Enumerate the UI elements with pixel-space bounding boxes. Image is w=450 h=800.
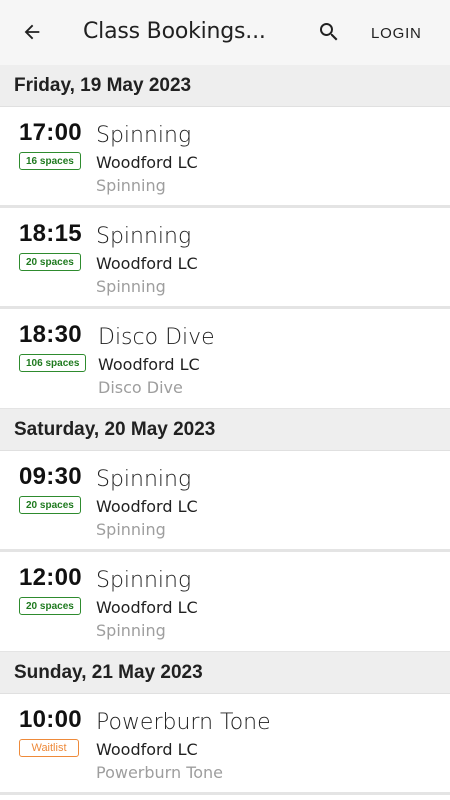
class-subtype: Disco Dive bbox=[98, 378, 183, 397]
spaces-badge: 20 spaces bbox=[19, 496, 81, 514]
class-time: 18:30 bbox=[19, 321, 82, 348]
class-time: 09:30 bbox=[19, 463, 82, 490]
class-venue: Woodford LC bbox=[96, 153, 198, 172]
class-list: Friday, 19 May 2023 17:00 16 spaces Spin… bbox=[0, 65, 450, 795]
class-subtype: Spinning bbox=[96, 621, 166, 640]
class-name: Spinning bbox=[96, 224, 192, 249]
waitlist-badge: Waitlist bbox=[19, 739, 79, 757]
class-time: 12:00 bbox=[19, 564, 82, 591]
class-row[interactable]: 18:30 106 spaces Disco Dive Woodford LC … bbox=[0, 309, 450, 409]
class-venue: Woodford LC bbox=[96, 598, 198, 617]
arrow-left-icon bbox=[24, 24, 40, 40]
class-name: Powerburn Tone bbox=[96, 710, 271, 735]
class-venue: Woodford LC bbox=[96, 497, 198, 516]
spaces-badge: 16 spaces bbox=[19, 152, 81, 170]
class-time: 10:00 bbox=[19, 706, 82, 733]
class-row[interactable]: 18:15 20 spaces Spinning Woodford LC Spi… bbox=[0, 208, 450, 309]
spaces-badge: 20 spaces bbox=[19, 597, 81, 615]
app-bar: Class Bookings... LOGIN bbox=[0, 0, 450, 65]
class-name: Disco Dive bbox=[98, 325, 215, 350]
back-button[interactable] bbox=[14, 14, 50, 50]
class-subtype: Spinning bbox=[96, 277, 166, 296]
class-name: Spinning bbox=[96, 123, 192, 148]
class-venue: Woodford LC bbox=[96, 740, 198, 759]
class-name: Spinning bbox=[96, 467, 192, 492]
class-subtype: Spinning bbox=[96, 176, 166, 195]
page-title: Class Bookings... bbox=[83, 19, 266, 44]
day-header: Friday, 19 May 2023 bbox=[0, 65, 450, 107]
login-button[interactable]: LOGIN bbox=[364, 20, 429, 46]
class-venue: Woodford LC bbox=[96, 254, 198, 273]
class-subtype: Spinning bbox=[96, 520, 166, 539]
class-row[interactable]: 17:00 16 spaces Spinning Woodford LC Spi… bbox=[0, 107, 450, 208]
search-button[interactable] bbox=[311, 14, 347, 50]
class-row[interactable]: 12:00 20 spaces Spinning Woodford LC Spi… bbox=[0, 552, 450, 652]
class-subtype: Powerburn Tone bbox=[96, 763, 224, 782]
class-row[interactable]: 10:00 Waitlist Powerburn Tone Woodford L… bbox=[0, 694, 450, 795]
day-header: Saturday, 20 May 2023 bbox=[0, 409, 450, 451]
class-venue: Woodford LC bbox=[98, 355, 200, 374]
search-icon bbox=[320, 23, 338, 41]
class-row[interactable]: 09:30 20 spaces Spinning Woodford LC Spi… bbox=[0, 451, 450, 552]
class-time: 18:15 bbox=[19, 220, 82, 247]
day-header: Sunday, 21 May 2023 bbox=[0, 652, 450, 694]
spaces-badge: 20 spaces bbox=[19, 253, 81, 271]
class-time: 17:00 bbox=[19, 119, 82, 146]
spaces-badge: 106 spaces bbox=[19, 354, 87, 372]
class-name: Spinning bbox=[96, 568, 192, 593]
